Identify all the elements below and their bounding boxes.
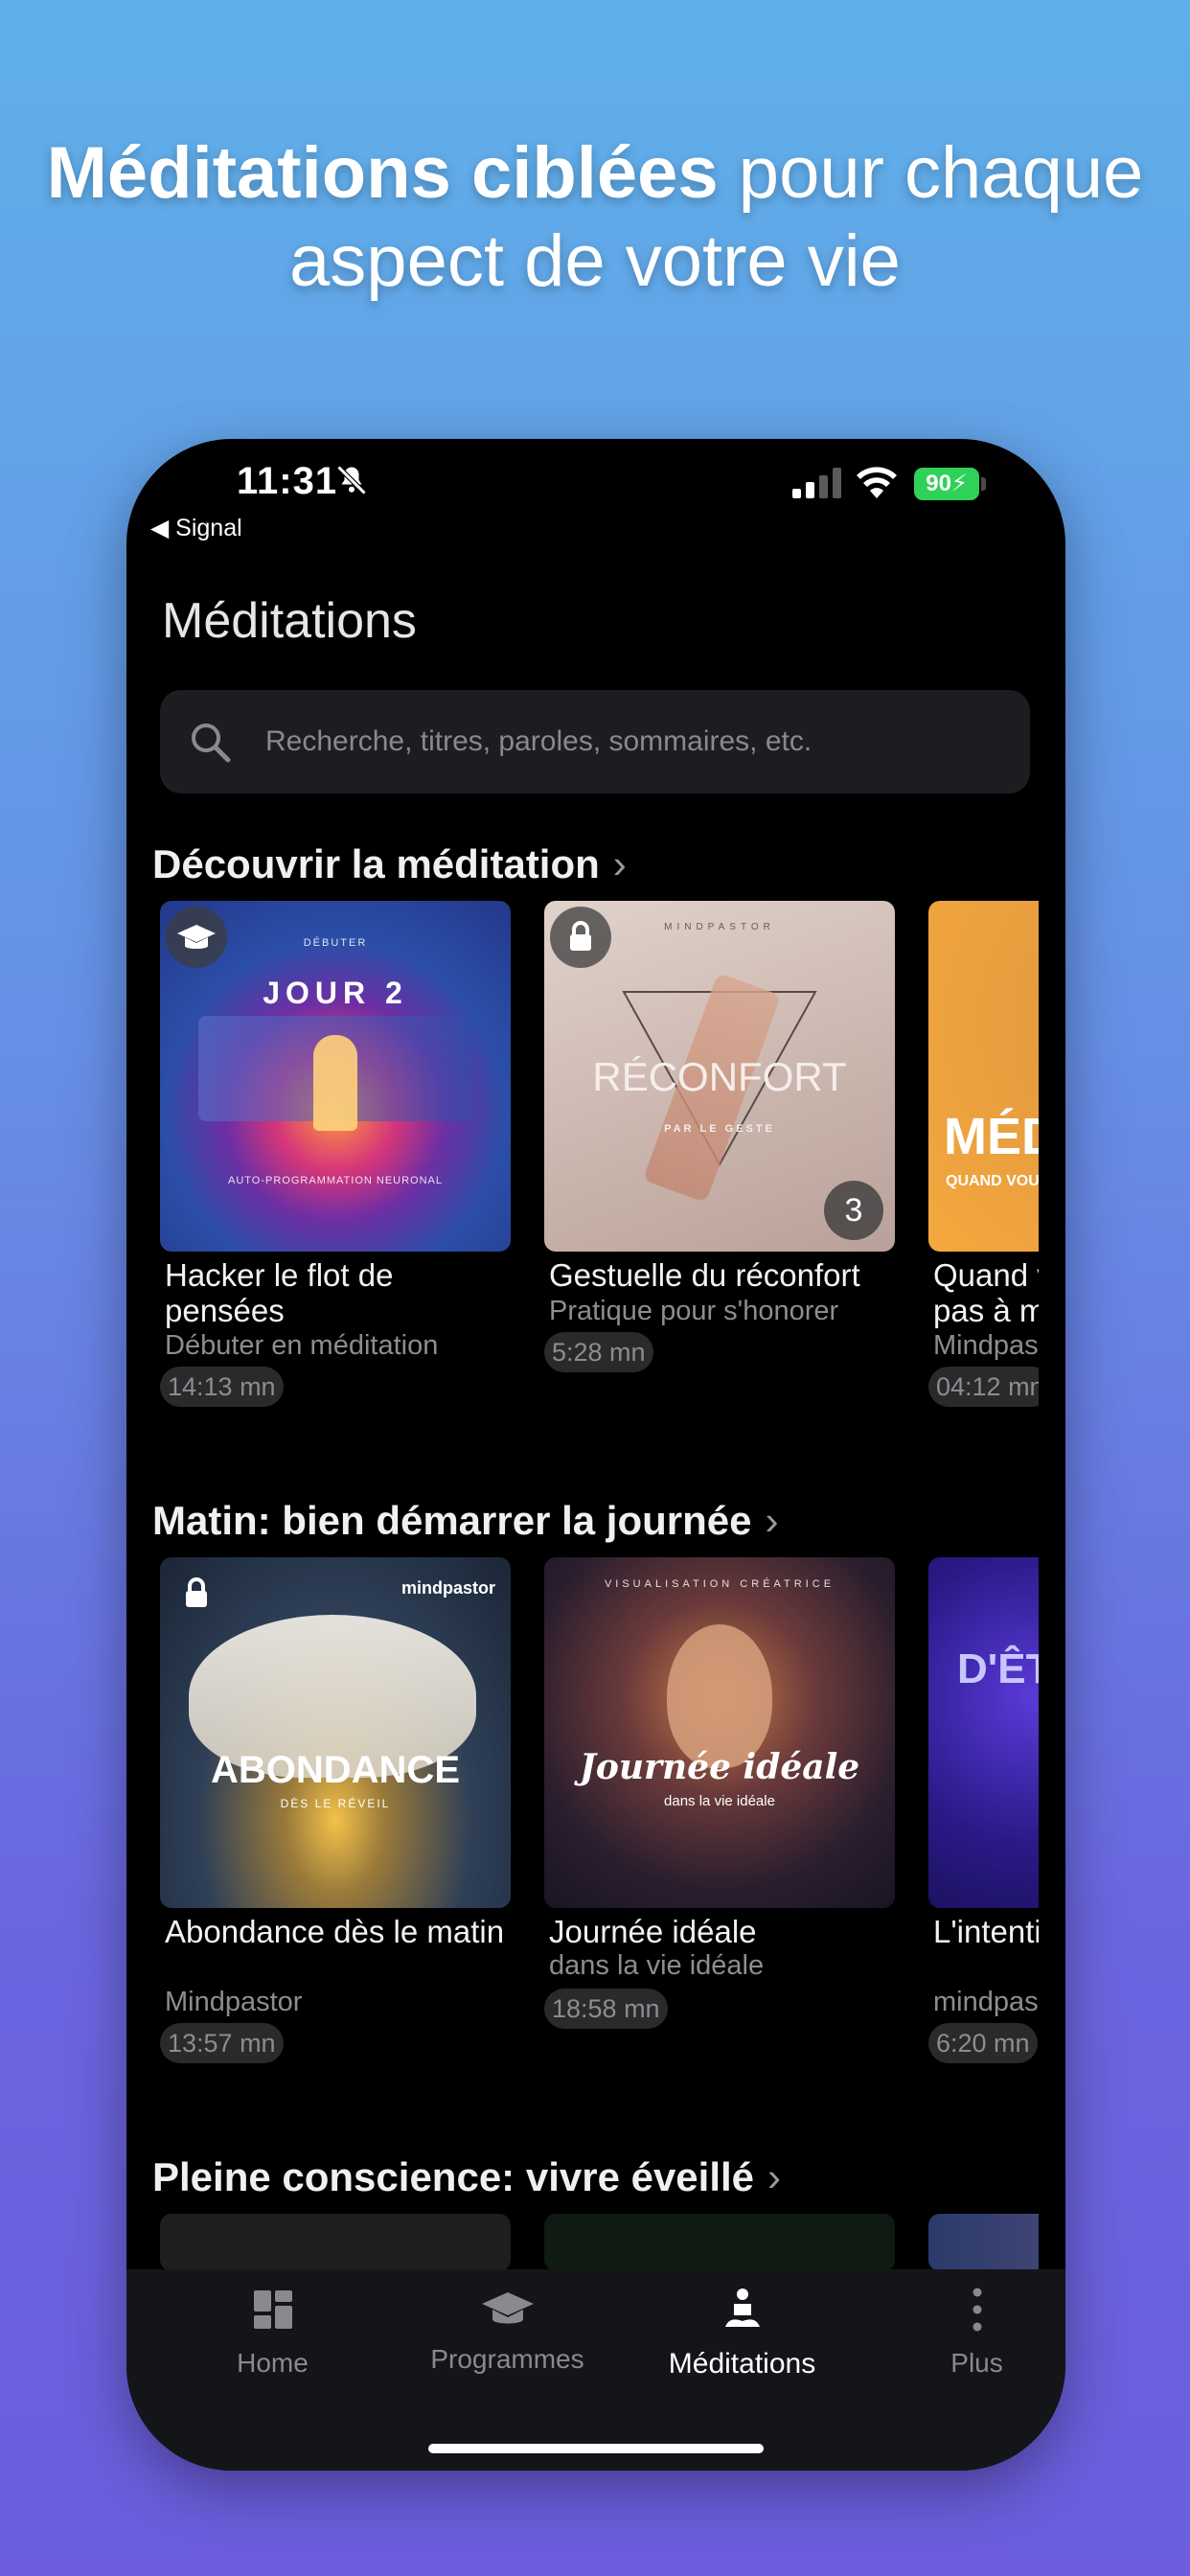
card-title: Hacker le flot de pensées — [165, 1257, 394, 1328]
search-icon — [192, 724, 231, 763]
duration-badge: 14:13 mn — [160, 1367, 284, 1407]
chevron-right-icon: › — [612, 841, 627, 886]
section-header-link[interactable]: Découvrir la méditation › — [152, 841, 627, 887]
status-time: 11:31 — [237, 460, 338, 502]
card-carousel[interactable]: DÉBUTER JOUR 2 AUTO-PROGRAMMATION NEURON… — [126, 901, 1039, 1418]
card-carousel[interactable]: mindpastor ABONDANCE DÈS LE RÉVEIL Abond… — [126, 1557, 1039, 2075]
home-indicator[interactable] — [428, 2444, 764, 2453]
section-title: Matin: bien démarrer la journée — [152, 1498, 752, 1543]
lock-badge — [166, 1563, 227, 1624]
card-subtitle: Mindpastor — [933, 1330, 1039, 1361]
card-artwork[interactable] — [544, 2214, 895, 2271]
art-main-text: Journée idéale — [579, 1747, 860, 1787]
tab-label: Programmes — [430, 2344, 584, 2374]
art-main-text: ABONDANCE — [211, 1749, 460, 1791]
card-subtitle: Pratique pour s'honorer — [549, 1296, 839, 1326]
card-title: L'intention heureuse — [933, 1914, 1039, 1949]
card-artwork: DÉBUTER JOUR 2 AUTO-PROGRAMMATION NEURON… — [160, 901, 511, 1252]
duration-badge: 6:20 mn — [928, 2023, 1038, 2063]
graduation-cap-icon — [481, 2292, 534, 2324]
chevron-right-icon: › — [765, 1498, 779, 1543]
tab-home[interactable]: Home — [155, 2269, 390, 2404]
grid-icon — [253, 2290, 292, 2329]
card-carousel[interactable] — [126, 2214, 1039, 2271]
card-artwork: mindpastor ABONDANCE DÈS LE RÉVEIL — [160, 1557, 511, 1908]
card-artwork: D'ÊTI — [928, 1557, 1039, 1908]
lock-icon — [186, 1577, 207, 1607]
figure-silhouette — [313, 1035, 357, 1131]
section-header-link[interactable]: Matin: bien démarrer la journée › — [152, 1498, 779, 1544]
card-subtitle: Mindpastor — [165, 1987, 303, 2017]
tab-label: Home — [237, 2348, 309, 2378]
art-footer-text: PAR LE GESTE — [664, 1123, 775, 1135]
tab-programmes[interactable]: Programmes — [390, 2269, 625, 2404]
duration-badge: 04:12 mn — [928, 1367, 1039, 1407]
lock-badge — [550, 907, 611, 968]
lock-icon — [570, 921, 591, 951]
wifi-icon — [857, 467, 897, 498]
cellular-signal-icon — [792, 468, 841, 498]
graduation-cap-badge — [166, 907, 227, 968]
more-vertical-icon — [973, 2288, 981, 2332]
duration-badge: 5:28 mn — [544, 1332, 653, 1372]
tab-meditations[interactable]: Méditations — [625, 2269, 859, 2404]
headline-bold: Méditations ciblées — [46, 132, 719, 214]
battery-nub — [981, 477, 986, 491]
art-main-text: MÉDI — [944, 1108, 1039, 1165]
section-title: Découvrir la méditation — [152, 841, 600, 886]
card-subtitle: mindpastor — [933, 1987, 1039, 2017]
art-footer-text: AUTO-PROGRAMMATION NEURONAL — [228, 1175, 443, 1186]
marketing-headline: Méditations ciblées pour chaque aspect d… — [0, 129, 1190, 306]
tab-label: Plus — [950, 2348, 1003, 2378]
status-bar: 11:31 ◀ Signal 90⚡ — [126, 439, 1065, 554]
bell-muted-icon — [336, 465, 367, 495]
card-subtitle: dans la vie idéale — [549, 1950, 765, 1981]
card-title: Journée idéale — [549, 1914, 757, 1949]
meditation-icon — [724, 2288, 760, 2327]
art-footer-text: dans la vie idéale — [664, 1793, 775, 1809]
section-title: Pleine conscience: vivre éveillé — [152, 2154, 755, 2199]
card-title: Gestuelle du réconfort — [549, 1257, 860, 1293]
back-to-app-link[interactable]: ◀ Signal — [150, 514, 242, 542]
art-main-text: RÉCONFORT — [592, 1054, 847, 1099]
chevron-right-icon: › — [767, 2154, 782, 2199]
art-footer-text: DÈS LE RÉVEIL — [280, 1797, 391, 1810]
page-title: Méditations — [162, 593, 417, 649]
battery-indicator: 90⚡ — [914, 468, 979, 500]
search-input[interactable]: Recherche, titres, paroles, sommaires, e… — [160, 690, 1030, 794]
art-footer-text: QUAND VOUS N'ARRIVEZ — [946, 1173, 1039, 1189]
card-artwork: MINDPASTOR RÉCONFORT PAR LE GESTE 3 — [544, 901, 895, 1252]
graduation-cap-icon — [177, 925, 216, 949]
art-main-text: D'ÊTI — [957, 1645, 1039, 1692]
art-small-text: VISUALISATION CRÉATRICE — [604, 1578, 835, 1590]
card-artwork[interactable] — [160, 2214, 511, 2271]
episode-count-badge: 3 — [824, 1181, 883, 1240]
card-artwork[interactable] — [928, 2214, 1039, 2271]
card-artwork: MÉDI QUAND VOUS N'ARRIVEZ — [928, 901, 1039, 1252]
search-placeholder: Recherche, titres, paroles, sommaires, e… — [265, 725, 812, 757]
tab-bar: Home Programmes Méditations Plus — [126, 2269, 1065, 2471]
card-artwork: VISUALISATION CRÉATRICE Journée idéale d… — [544, 1557, 895, 1908]
tab-plus[interactable]: Plus — [859, 2269, 1065, 2404]
battery-level: 90 — [926, 471, 951, 496]
art-main-text: JOUR 2 — [263, 976, 408, 1010]
section-header-link[interactable]: Pleine conscience: vivre éveillé › — [152, 2154, 781, 2200]
art-small-text: mindpastor — [400, 1578, 495, 1598]
duration-badge: 13:57 mn — [160, 2023, 284, 2063]
card-subtitle: Débuter en méditation — [165, 1330, 439, 1361]
duration-badge: 18:58 mn — [544, 1989, 668, 2029]
card-title: Abondance dès le matin — [165, 1914, 505, 1949]
tab-label: Méditations — [668, 2348, 816, 2380]
card-title: Quand vous n'arrivez pas à m — [933, 1257, 1039, 1328]
phone-frame: 11:31 ◀ Signal 90⚡ Méditations Recherche… — [126, 439, 1065, 2471]
